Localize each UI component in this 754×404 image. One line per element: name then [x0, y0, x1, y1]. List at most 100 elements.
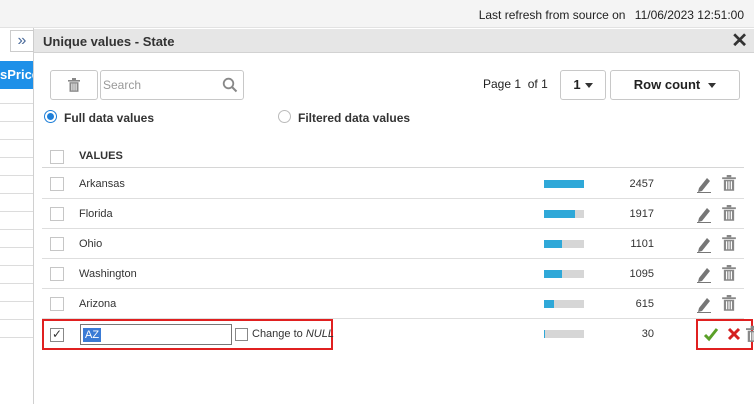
close-icon[interactable]: ✕ — [731, 29, 748, 53]
unique-values-dialog: Unique values - State ✕ Page 1 of — [34, 29, 754, 404]
double-chevron-right-icon[interactable]: » — [10, 30, 34, 52]
full-data-values-label: Full data values — [64, 111, 155, 125]
left-row-divider — [0, 229, 33, 230]
row-checkbox[interactable] — [50, 237, 64, 251]
count-value: 2457 — [629, 178, 654, 190]
count-bar-fill — [544, 240, 562, 248]
trash-icon[interactable] — [746, 325, 754, 343]
left-row-divider — [0, 211, 33, 212]
trash-icon[interactable] — [722, 295, 738, 313]
count-bar — [544, 180, 584, 188]
trash-icon[interactable] — [722, 265, 738, 283]
app-root: Last refresh from source on 11/06/2023 1… — [0, 0, 754, 404]
page-of: of — [527, 77, 538, 91]
chevron-down-icon — [584, 83, 593, 89]
page-select-value: 1 — [573, 77, 581, 92]
refresh-label: Last refresh from source on — [478, 8, 626, 22]
count-bar-fill — [544, 330, 545, 338]
count-bar-fill — [544, 270, 562, 278]
trash-icon[interactable] — [722, 175, 738, 193]
count-value: 615 — [635, 298, 654, 310]
left-row-divider — [0, 157, 33, 158]
count-bar-fill — [544, 300, 554, 308]
x-icon[interactable] — [727, 326, 741, 342]
trash-icon[interactable] — [722, 205, 738, 223]
refresh-info: Last refresh from source on 11/06/2023 1… — [479, 8, 744, 22]
count-value: 30 — [641, 328, 654, 340]
change-to-null-checkbox[interactable] — [235, 328, 248, 341]
trash-icon[interactable] — [722, 235, 738, 253]
radio-unselected[interactable] — [278, 110, 291, 123]
page-current: 1 — [514, 77, 522, 91]
change-to-text: Change to — [252, 328, 303, 340]
left-row-divider — [0, 337, 33, 338]
values-column-header: VALUES — [79, 150, 123, 162]
row-count-label: Row count — [633, 77, 701, 92]
null-text: NULL — [305, 328, 334, 340]
table-row[interactable]: Washington 1095 — [42, 259, 744, 289]
checkmark-icon[interactable] — [703, 325, 719, 343]
count-value: 1095 — [629, 268, 654, 280]
left-row-divider — [0, 193, 33, 194]
count-bar — [544, 270, 584, 278]
row-value: Arkansas — [79, 178, 125, 190]
left-row-divider — [0, 175, 33, 176]
search-box — [100, 70, 244, 100]
column-header-price[interactable]: sPrice — [0, 61, 33, 89]
select-all-checkbox[interactable] — [50, 150, 64, 164]
row-count-button[interactable]: Row count — [610, 70, 740, 100]
table-row[interactable]: Ohio 1101 — [42, 229, 744, 259]
search-input[interactable] — [103, 75, 221, 95]
filtered-data-values-label: Filtered data values — [298, 111, 411, 125]
row-value: Florida — [79, 208, 113, 220]
left-row-divider — [0, 103, 33, 104]
table-row[interactable]: Arkansas 2457 — [42, 169, 744, 199]
row-checkbox[interactable] — [50, 177, 64, 191]
row-value: Ohio — [79, 238, 103, 250]
row-value: Washington — [79, 268, 137, 280]
count-bar — [544, 300, 584, 308]
edit-value-box: ✓ AZ Change to NULL — [42, 319, 334, 350]
left-row-divider — [0, 139, 33, 140]
edit-value-text: AZ — [83, 328, 102, 342]
page-total: 1 — [541, 77, 548, 91]
table-header: VALUES — [42, 144, 744, 168]
left-row-divider — [0, 301, 33, 302]
count-bar — [544, 240, 584, 248]
pencil-icon[interactable] — [696, 235, 712, 253]
row-checkbox[interactable] — [50, 297, 64, 311]
left-row-divider — [0, 265, 33, 266]
dialog-titlebar: Unique values - State ✕ — [34, 29, 754, 53]
search-icon[interactable] — [222, 77, 238, 93]
radio-selected[interactable] — [44, 110, 57, 123]
count-value: 1917 — [629, 208, 654, 220]
row-checkbox[interactable] — [50, 207, 64, 221]
checkmark-icon: ✓ — [52, 327, 63, 341]
refresh-bar: Last refresh from source on 11/06/2023 1… — [0, 0, 754, 28]
edit-value-input[interactable]: AZ — [80, 324, 232, 345]
pencil-icon[interactable] — [696, 205, 712, 223]
change-to-null-label: Change to NULL — [252, 328, 334, 340]
left-row-divider — [0, 121, 33, 122]
delete-selected-button[interactable] — [50, 70, 98, 100]
count-bar-fill — [544, 180, 584, 188]
page-indicator: Page 1 of 1 — [483, 77, 548, 91]
edit-actions-box — [696, 319, 754, 350]
left-row-divider — [0, 283, 33, 284]
count-value: 1101 — [630, 238, 654, 250]
pencil-icon[interactable] — [696, 295, 712, 313]
count-bar — [544, 210, 584, 218]
table-row[interactable]: Florida 1917 — [42, 199, 744, 229]
table-row[interactable]: Arizona 615 — [42, 289, 744, 319]
count-bar — [544, 330, 584, 338]
row-checkbox-checked[interactable]: ✓ — [50, 327, 64, 342]
left-row-divider — [0, 319, 33, 320]
page-select-button[interactable]: 1 — [560, 70, 606, 100]
pencil-icon[interactable] — [696, 175, 712, 193]
count-bar-fill — [544, 210, 576, 218]
row-checkbox[interactable] — [50, 267, 64, 281]
left-row-divider — [0, 247, 33, 248]
pencil-icon[interactable] — [696, 265, 712, 283]
chevron-down-icon — [708, 83, 717, 89]
refresh-timestamp: 11/06/2023 12:51:00 — [634, 8, 744, 22]
